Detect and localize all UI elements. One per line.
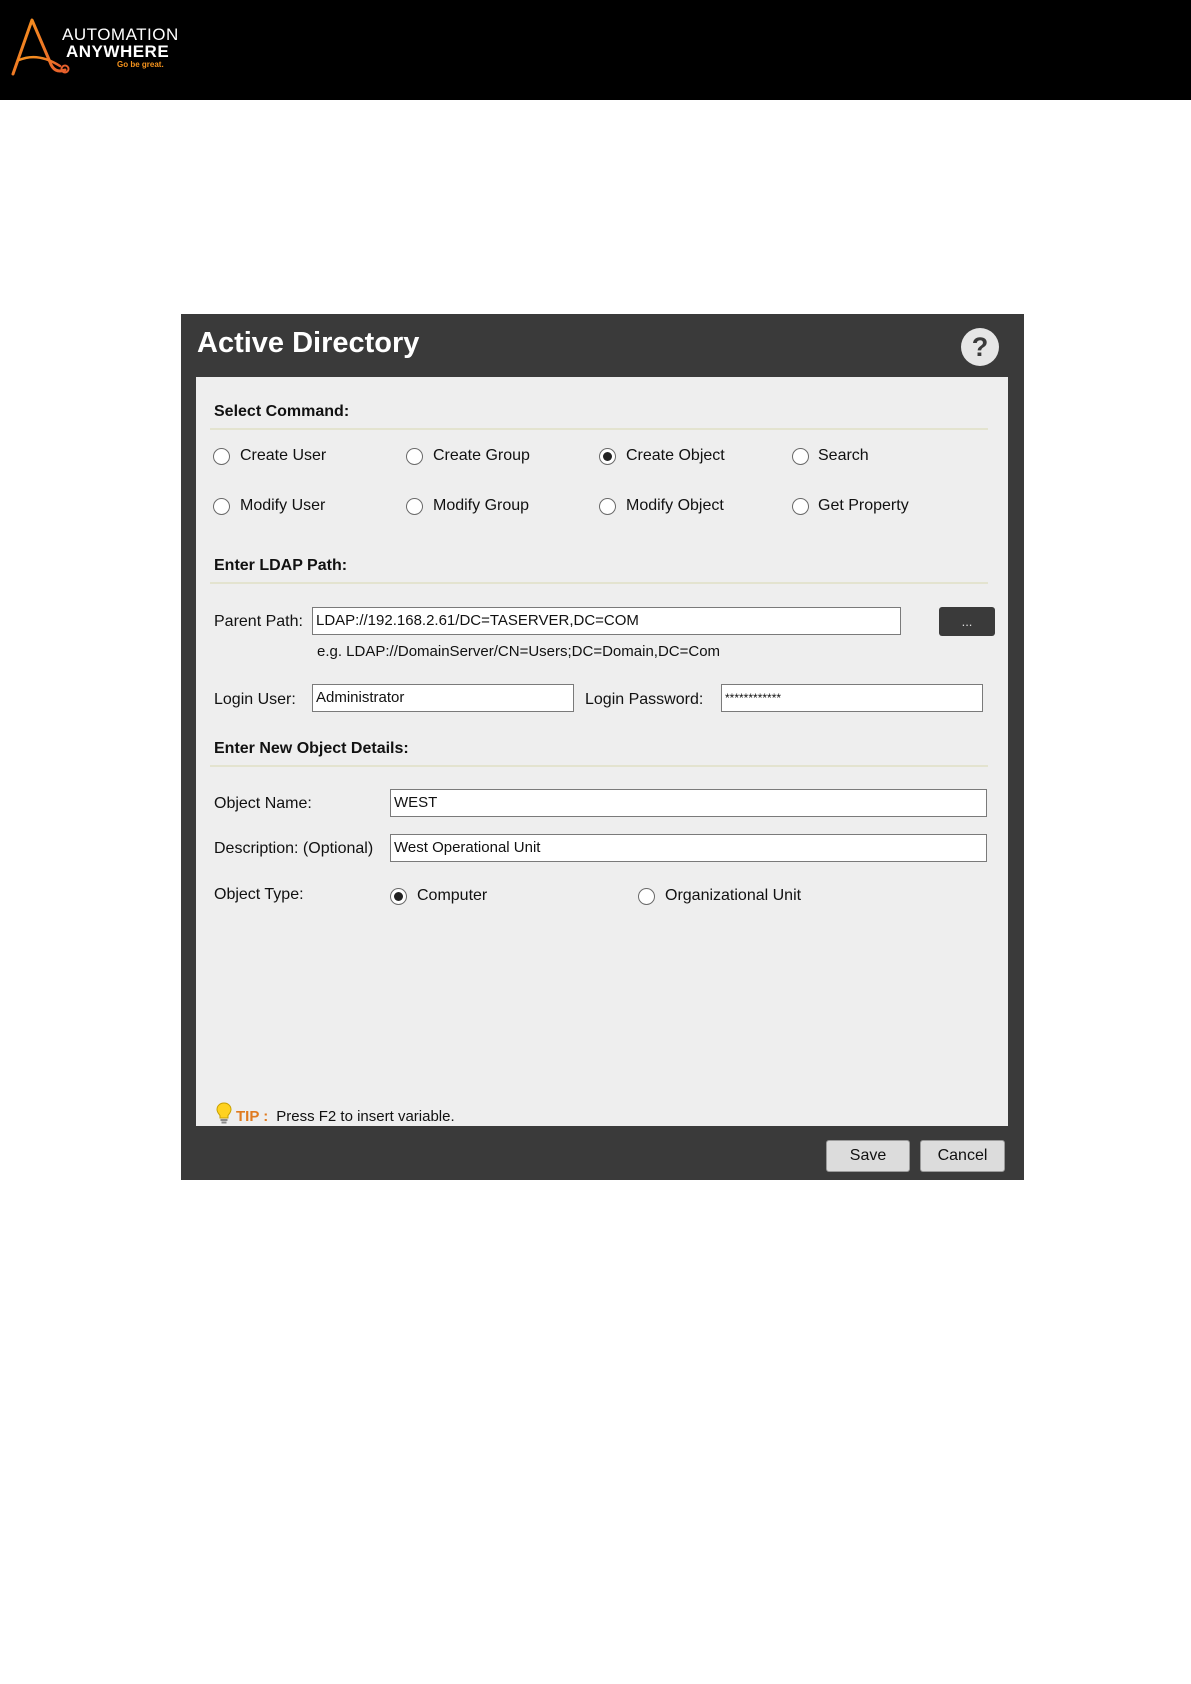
tip-label: TIP : <box>236 1108 269 1125</box>
section-divider <box>210 428 988 430</box>
object-name-input[interactable]: WEST <box>390 789 987 817</box>
section-divider <box>210 765 988 767</box>
radio-search[interactable] <box>792 448 809 465</box>
radio-label-computer[interactable]: Computer <box>417 887 487 905</box>
radio-create-user[interactable] <box>213 448 230 465</box>
radio-label-create-user[interactable]: Create User <box>240 447 326 465</box>
radio-organizational-unit[interactable] <box>638 888 655 905</box>
radio-label-modify-group[interactable]: Modify Group <box>433 497 529 515</box>
logo-tagline: Go be great. <box>117 60 164 69</box>
radio-modify-user[interactable] <box>213 498 230 515</box>
lightbulb-icon <box>216 1102 232 1128</box>
object-type-label: Object Type: <box>214 886 304 903</box>
active-directory-dialog: Active Directory ? Select Command: Creat… <box>181 314 1024 1180</box>
section-divider <box>210 582 988 584</box>
parent-path-input[interactable]: LDAP://192.168.2.61/DC=TASERVER,DC=COM <box>312 607 901 635</box>
radio-computer[interactable] <box>390 888 407 905</box>
radio-label-organizational-unit[interactable]: Organizational Unit <box>665 887 801 905</box>
radio-label-modify-object[interactable]: Modify Object <box>626 497 724 515</box>
logo-text-anywhere: ANYWHERE <box>66 42 170 61</box>
ldap-example-text: e.g. LDAP://DomainServer/CN=Users;DC=Dom… <box>317 643 721 660</box>
radio-label-search[interactable]: Search <box>818 447 869 465</box>
login-user-label: Login User: <box>214 691 296 708</box>
save-button[interactable]: Save <box>826 1140 910 1172</box>
tip-line: TIP : Press F2 to insert variable. <box>216 1102 455 1128</box>
help-button[interactable]: ? <box>961 328 999 366</box>
login-user-input[interactable]: Administrator <box>312 684 574 712</box>
automation-anywhere-logo: AUTOMATION ANYWHERE Go be great. <box>10 16 190 78</box>
radio-create-object[interactable] <box>599 448 616 465</box>
tip-text: Press F2 to insert variable. <box>276 1108 455 1125</box>
object-name-label: Object Name: <box>214 795 312 812</box>
radio-get-property[interactable] <box>792 498 809 515</box>
login-password-input[interactable]: ************ <box>721 684 983 712</box>
select-command-heading: Select Command: <box>214 403 350 420</box>
logo-a-mark-icon <box>11 18 70 76</box>
object-details-heading: Enter New Object Details: <box>214 740 409 757</box>
radio-modify-group[interactable] <box>406 498 423 515</box>
radio-label-create-group[interactable]: Create Group <box>433 447 530 465</box>
browse-button[interactable]: ... <box>939 607 995 636</box>
header-banner: AUTOMATION ANYWHERE Go be great. <box>0 0 1191 100</box>
radio-modify-object[interactable] <box>599 498 616 515</box>
dialog-title: Active Directory <box>197 327 420 359</box>
description-input[interactable]: West Operational Unit <box>390 834 987 862</box>
login-password-label: Login Password: <box>585 691 704 708</box>
radio-label-get-property[interactable]: Get Property <box>818 497 909 515</box>
logo-text-automation: AUTOMATION <box>62 25 179 44</box>
parent-path-label: Parent Path: <box>214 613 303 630</box>
dialog-content-panel: Select Command: Create User Create Group… <box>196 377 1008 1126</box>
radio-label-modify-user[interactable]: Modify User <box>240 497 325 515</box>
description-label: Description: (Optional) <box>214 840 374 857</box>
ldap-path-heading: Enter LDAP Path: <box>214 557 348 574</box>
radio-create-group[interactable] <box>406 448 423 465</box>
radio-label-create-object[interactable]: Create Object <box>626 447 725 465</box>
cancel-button[interactable]: Cancel <box>920 1140 1005 1172</box>
